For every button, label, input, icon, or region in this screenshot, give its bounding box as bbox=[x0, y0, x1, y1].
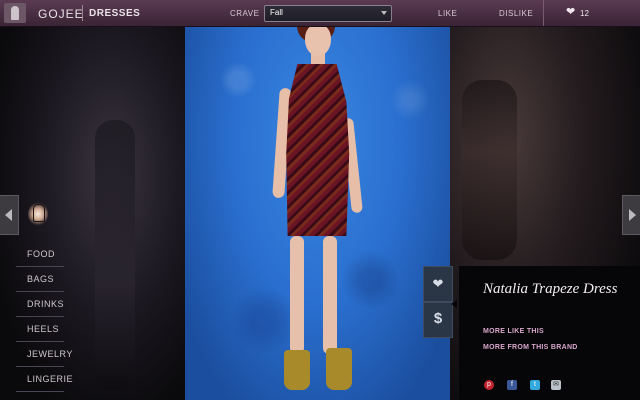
model-face bbox=[305, 24, 331, 56]
lamp-icon bbox=[24, 198, 52, 236]
chevron-right-icon bbox=[629, 209, 636, 221]
background-figure-right bbox=[462, 80, 517, 260]
logo-icon[interactable] bbox=[4, 3, 26, 23]
save-tab[interactable]: ❤ bbox=[423, 266, 453, 302]
menu-item-lingerie[interactable]: LINGERIE bbox=[16, 367, 73, 392]
top-bar: GOJEE DRESSES CRAVE Fall LIKE DISLIKE ❤ … bbox=[0, 0, 640, 27]
background-figure-left bbox=[95, 120, 135, 390]
dislike-button[interactable]: DISLIKE bbox=[499, 9, 533, 18]
menu-item-label: LINGERIE bbox=[27, 374, 74, 384]
panel-pointer bbox=[451, 300, 457, 308]
menu-item-heels[interactable]: HEELS bbox=[16, 317, 64, 342]
brand-logo[interactable]: GOJEE bbox=[38, 7, 84, 21]
menu-item-label: BAGS bbox=[27, 274, 55, 284]
menu-item-drinks[interactable]: DRINKS bbox=[16, 292, 64, 317]
menu-item-label: DRINKS bbox=[27, 299, 65, 309]
price-tab[interactable]: $ bbox=[423, 302, 453, 338]
email-icon[interactable]: ✉ bbox=[551, 380, 561, 390]
more-from-brand-link[interactable]: MORE FROM THIS BRAND bbox=[483, 344, 578, 351]
crave-label: CRAVE bbox=[230, 9, 260, 18]
menu-item-food[interactable]: FOOD bbox=[16, 242, 64, 267]
facebook-icon[interactable]: f bbox=[507, 380, 517, 390]
more-like-this-link[interactable]: MORE LIKE THIS bbox=[483, 328, 544, 335]
favorites-button[interactable]: ❤ 12 bbox=[543, 0, 640, 26]
heart-icon: ❤ bbox=[566, 6, 576, 18]
next-arrow-button[interactable] bbox=[622, 195, 640, 235]
pinterest-icon[interactable]: p bbox=[484, 380, 494, 390]
header-divider bbox=[82, 5, 83, 21]
menu-item-label: HEELS bbox=[27, 324, 60, 334]
heart-icon: ❤ bbox=[432, 276, 444, 291]
product-title: Natalia Trapeze Dress bbox=[483, 281, 618, 297]
category-menu: FOOD BAGS DRINKS HEELS JEWELRY LINGERIE bbox=[16, 242, 73, 392]
menu-item-label: FOOD bbox=[27, 249, 55, 259]
menu-item-jewelry[interactable]: JEWELRY bbox=[16, 342, 72, 367]
menu-item-label: JEWELRY bbox=[27, 349, 73, 359]
like-button[interactable]: LIKE bbox=[438, 9, 457, 18]
chevron-left-icon bbox=[5, 209, 12, 221]
dollar-icon: $ bbox=[433, 310, 443, 327]
crave-selected-value: Fall bbox=[270, 8, 283, 17]
favorites-count: 12 bbox=[580, 9, 589, 18]
model-shoe bbox=[326, 348, 352, 390]
crave-dropdown[interactable]: Fall bbox=[264, 5, 392, 22]
menu-item-bags[interactable]: BAGS bbox=[16, 267, 64, 292]
section-title[interactable]: DRESSES bbox=[89, 8, 140, 19]
chevron-down-icon bbox=[381, 11, 387, 15]
model-dress bbox=[286, 64, 350, 236]
previous-arrow-button[interactable] bbox=[0, 195, 19, 235]
twitter-icon[interactable]: t bbox=[530, 380, 540, 390]
model-leg bbox=[323, 236, 337, 354]
model-leg bbox=[290, 236, 304, 354]
model-shoe bbox=[284, 350, 310, 390]
